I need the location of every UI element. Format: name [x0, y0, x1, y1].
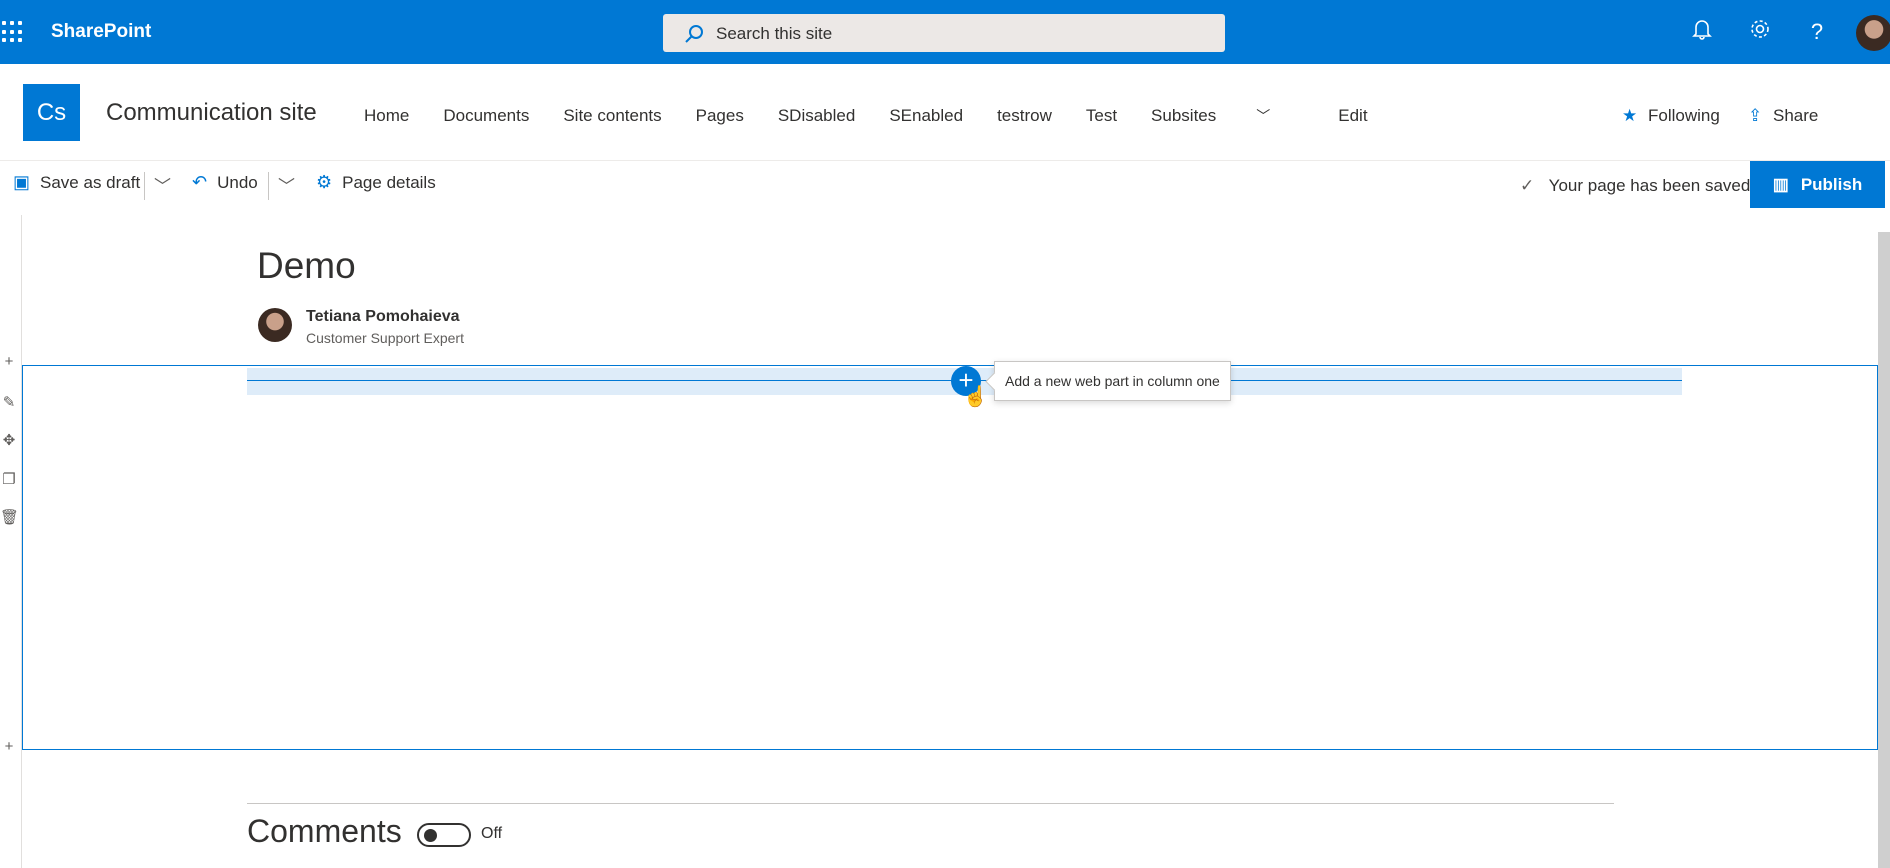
nav-item-home[interactable]: Home: [364, 106, 409, 126]
comments-toggle-label: Off: [481, 825, 503, 842]
edit-section-icon[interactable]: ✎: [0, 393, 18, 411]
delete-section-icon[interactable]: 🗑: [0, 508, 19, 526]
toggle-knob: [424, 829, 437, 842]
save-options-dropdown[interactable]: ﹀: [154, 172, 171, 197]
author-avatar: [258, 308, 292, 342]
search-input[interactable]: Search this site: [716, 24, 832, 44]
publish-label: Publish: [1800, 174, 1863, 194]
save-status: ✓ Your page has been saved: [1520, 176, 1750, 196]
save-status-text: Your page has been saved: [1548, 176, 1751, 195]
gear-icon: ⚙: [316, 172, 333, 192]
sharepoint-brand[interactable]: SharePoint: [51, 21, 151, 43]
undo-icon: ↶: [192, 172, 208, 192]
page-section[interactable]: [22, 365, 1878, 750]
nav-item-testrow[interactable]: testrow: [997, 106, 1052, 126]
suite-bar: SharePoint Search this site ?: [0, 0, 1890, 64]
move-section-icon[interactable]: ✥: [0, 431, 18, 449]
page-title[interactable]: Demo: [257, 245, 356, 287]
add-section-bottom-icon[interactable]: +: [0, 738, 18, 755]
undo-button[interactable]: ↶ Undo: [192, 172, 258, 193]
book-icon: ▥: [1772, 174, 1789, 194]
bell-icon[interactable]: [1688, 18, 1716, 46]
section-toolbar-rail: [0, 215, 22, 868]
help-icon[interactable]: ?: [1803, 18, 1831, 46]
scrollbar[interactable]: [1878, 232, 1890, 868]
search-box[interactable]: Search this site: [663, 14, 1225, 52]
divider: [268, 172, 269, 200]
undo-label: Undo: [217, 172, 258, 192]
author-role: Customer Support Expert: [306, 330, 464, 346]
nav-item-senabled[interactable]: SEnabled: [889, 106, 963, 126]
author-name[interactable]: Tetiana Pomohaieva: [306, 308, 460, 326]
following-label: Following: [1647, 106, 1720, 125]
checkmark-icon: ✓: [1520, 176, 1535, 195]
nav-item-subsites-label: Subsites: [1151, 106, 1217, 125]
nav-item-subsites[interactable]: Subsites ﹀: [1151, 106, 1304, 126]
app-launcher-icon[interactable]: [2, 21, 24, 43]
hand-cursor-icon: ☝: [963, 386, 988, 408]
nav-item-documents[interactable]: Documents: [443, 106, 529, 126]
add-web-part-tooltip: Add a new web part in column one: [994, 361, 1231, 401]
header-divider: [0, 160, 1890, 161]
share-label: Share: [1772, 106, 1819, 125]
nav-item-sdisabled[interactable]: SDisabled: [778, 106, 856, 126]
chevron-down-icon: ﹀: [278, 177, 295, 196]
duplicate-section-icon[interactable]: ❐: [0, 470, 18, 488]
following-button[interactable]: ★ Following: [1622, 106, 1720, 126]
divider: [144, 172, 145, 200]
nav-item-edit[interactable]: Edit: [1338, 106, 1367, 126]
page-details-button[interactable]: ⚙ Page details: [316, 172, 436, 193]
chevron-down-icon: ﹀: [1256, 108, 1271, 124]
comments-divider: [247, 803, 1614, 804]
comments-heading: Comments: [247, 813, 402, 849]
gear-icon[interactable]: [1746, 18, 1774, 46]
nav-item-test[interactable]: Test: [1086, 106, 1117, 126]
share-button[interactable]: ⇪ Share: [1748, 106, 1818, 126]
site-title[interactable]: Communication site: [106, 99, 317, 127]
share-icon: ⇪: [1748, 106, 1763, 125]
nav-item-pages[interactable]: Pages: [696, 106, 744, 126]
save-icon: ▣: [13, 172, 31, 192]
add-section-icon[interactable]: +: [0, 353, 18, 370]
nav-item-site-contents[interactable]: Site contents: [563, 106, 661, 126]
publish-button[interactable]: ▥ Publish: [1750, 161, 1885, 208]
site-navigation: Home Documents Site contents Pages SDisa…: [364, 106, 1402, 126]
save-as-draft-label: Save as draft: [40, 172, 141, 192]
chevron-down-icon: ﹀: [154, 177, 171, 196]
user-avatar[interactable]: [1856, 15, 1890, 51]
comments-toggle[interactable]: [417, 823, 471, 847]
save-as-draft-button[interactable]: ▣ Save as draft: [13, 172, 140, 193]
search-icon: [685, 25, 703, 43]
page-details-label: Page details: [342, 172, 436, 192]
site-logo[interactable]: Cs: [23, 84, 80, 141]
star-icon: ★: [1622, 106, 1638, 125]
undo-options-dropdown[interactable]: ﹀: [278, 172, 295, 197]
